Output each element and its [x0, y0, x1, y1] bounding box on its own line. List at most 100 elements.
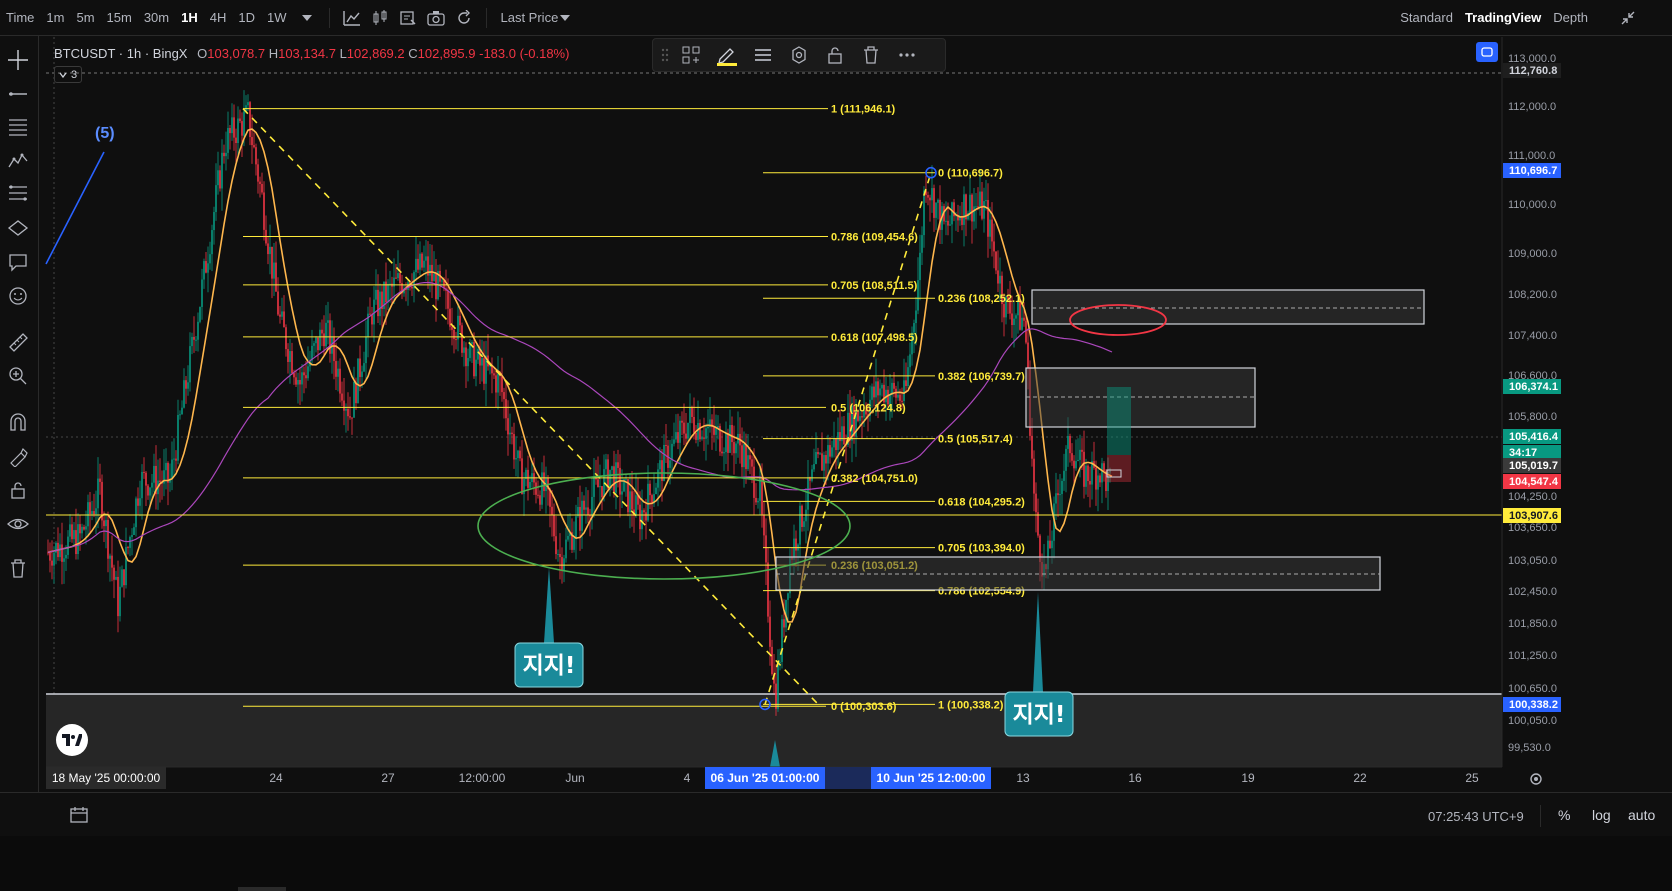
- drawing-toolbar: [0, 36, 39, 856]
- price-label-text: 110,696.7: [1509, 165, 1557, 177]
- template-grid-icon[interactable]: [673, 40, 709, 70]
- pencil-color-icon[interactable]: [709, 40, 745, 70]
- price-label-text: 105,019.7: [1509, 460, 1558, 472]
- fib1-level-label: 1 (111,946.1): [831, 104, 896, 116]
- floating-drawing-toolbar: [652, 38, 946, 72]
- interval-5m[interactable]: 5m: [70, 5, 100, 31]
- emoji-icon[interactable]: [4, 282, 32, 310]
- percent-scale-button[interactable]: %: [1558, 807, 1570, 823]
- camera-icon[interactable]: [422, 5, 450, 31]
- toolbar-divider: [328, 7, 330, 28]
- price-axis-tick: 101,850.0: [1508, 618, 1557, 630]
- fib2-level-label: 0.236 (108,252.1): [938, 293, 1025, 305]
- price-axis-tick: 110,000.0: [1508, 199, 1556, 211]
- lock-icon[interactable]: [4, 476, 32, 504]
- trend-line-icon[interactable]: [4, 80, 32, 108]
- time-range-fill: [825, 767, 871, 789]
- interval-1d[interactable]: 1D: [232, 5, 261, 31]
- indicators-icon[interactable]: [338, 5, 366, 31]
- stay-in-drawing-icon[interactable]: [4, 442, 32, 470]
- fib1-level-label: 0 (100,303.6): [831, 701, 897, 713]
- price-label-text: 106,374.1: [1509, 381, 1558, 393]
- legend-exchange: BingX: [152, 46, 188, 61]
- time-axis-highlight-text: 06 Jun '25 01:00:00: [711, 771, 820, 785]
- legend-symbol[interactable]: BTCUSDT: [54, 46, 115, 61]
- ruler-icon[interactable]: [4, 328, 32, 356]
- view-standard[interactable]: Standard: [1394, 5, 1459, 31]
- interval-30m[interactable]: 30m: [138, 5, 175, 31]
- price-label-text: 105,416.4: [1509, 431, 1559, 443]
- axis-settings-icon: [1530, 773, 1542, 785]
- collapse-panel-icon[interactable]: [1614, 5, 1642, 31]
- price-type-select[interactable]: Last Price: [495, 5, 565, 31]
- fib-tool-icon[interactable]: [4, 180, 32, 208]
- price-axis-tick: 103,050.0: [1508, 555, 1557, 567]
- trash-icon[interactable]: [4, 554, 32, 582]
- legend-open-label: O: [197, 46, 208, 61]
- collapsed-count: 3: [70, 68, 78, 81]
- legend-low-label: L: [339, 46, 347, 61]
- fib2-level-label: 1 (100,338.2): [938, 699, 1004, 711]
- line-style-icon[interactable]: [745, 40, 781, 70]
- horizontal-lines-icon[interactable]: [4, 112, 32, 140]
- time-axis-tick: 12:00:00: [459, 771, 506, 785]
- price-label-text: 103,907.6: [1509, 510, 1558, 522]
- time-axis-tick: 25: [1465, 771, 1479, 785]
- horizontal-scrollbar[interactable]: [238, 887, 286, 891]
- legend-close: 102,895.9: [417, 46, 476, 61]
- log-scale-button[interactable]: log: [1592, 807, 1611, 823]
- interval-dropdown-icon[interactable]: [293, 5, 321, 31]
- legend-interval: 1h: [126, 46, 142, 61]
- shape-tool-icon[interactable]: [4, 214, 32, 242]
- screen-toggle-button[interactable]: [1476, 42, 1498, 62]
- clock-readout[interactable]: 07:25:43 UTC+9: [1428, 809, 1524, 824]
- interval-1h[interactable]: 1H: [175, 5, 204, 31]
- delete-icon[interactable]: [853, 40, 889, 70]
- fib2-level-label: 0 (110,696.7): [938, 168, 1003, 180]
- top-toolbar: Time 1m 5m 15m 30m 1H 4H 1D 1W Last Pric…: [0, 0, 1672, 36]
- magnet-icon[interactable]: [4, 408, 32, 436]
- price-type-dropdown-icon[interactable]: [558, 5, 572, 31]
- footer-strip: [0, 836, 1672, 891]
- interval-4h[interactable]: 4H: [204, 5, 233, 31]
- fullscreen-icon: [1481, 47, 1493, 57]
- price-label-text: 34:17: [1509, 447, 1537, 459]
- template-icon[interactable]: [394, 5, 422, 31]
- date-range-icon[interactable]: [70, 806, 88, 827]
- tradingview-logo: [56, 724, 88, 756]
- interval-15m[interactable]: 15m: [101, 5, 138, 31]
- drag-handle-icon[interactable]: [657, 40, 673, 70]
- price-axis-tick: 103,650.0: [1508, 522, 1557, 534]
- fib1-level-label: 0.5 (106,124.8): [831, 402, 906, 414]
- unlock-icon[interactable]: [817, 40, 853, 70]
- price-chart[interactable]: 1 (111,946.1) 0.786 (109,454.6) 0.705 (108…: [0, 0, 1672, 891]
- settings-gear-icon[interactable]: [781, 40, 817, 70]
- more-options-icon[interactable]: [889, 40, 925, 70]
- time-axis-highlight-text: 18 May '25 00:00:00: [52, 771, 161, 785]
- annotation-icon[interactable]: [4, 248, 32, 276]
- price-axis-tick: 100,650.0: [1508, 683, 1557, 695]
- view-tradingview[interactable]: TradingView: [1459, 5, 1547, 31]
- chart-type-candles-icon[interactable]: [366, 5, 394, 31]
- price-axis-tick: 99,530.0: [1508, 742, 1551, 754]
- time-axis-tick: 13: [1016, 771, 1030, 785]
- wave-pattern-icon[interactable]: [4, 146, 32, 174]
- interval-1w[interactable]: 1W: [261, 5, 293, 31]
- reset-icon[interactable]: [450, 5, 478, 31]
- interval-1m[interactable]: 1m: [40, 5, 70, 31]
- time-axis-tick: 4: [684, 771, 691, 785]
- bottom-bar: 07:25:43 UTC+9 % log auto: [0, 792, 1672, 836]
- auto-scale-button[interactable]: auto: [1628, 807, 1655, 823]
- view-depth[interactable]: Depth: [1547, 5, 1594, 31]
- price-label-text: 100,338.2: [1509, 699, 1558, 711]
- support-callout-2-text: 지지!: [1013, 702, 1066, 728]
- time-axis-highlight-text: 10 Jun '25 12:00:00: [877, 771, 986, 785]
- zoom-icon[interactable]: [4, 362, 32, 390]
- crosshair-icon[interactable]: [4, 46, 32, 74]
- position-loss-zone: [1107, 455, 1131, 482]
- eye-icon[interactable]: [4, 510, 32, 538]
- position-profit-zone: [1107, 387, 1131, 455]
- indicator-collapse-button[interactable]: 3: [54, 66, 82, 83]
- price-axis-tick: 109,000.0: [1508, 248, 1557, 260]
- price-axis-tick: 108,200.0: [1508, 289, 1557, 301]
